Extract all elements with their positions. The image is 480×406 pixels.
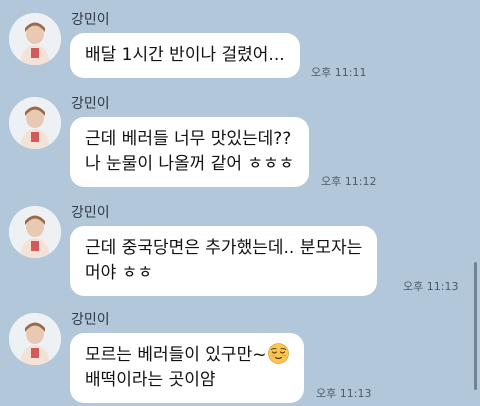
message-bubble[interactable]: 근데 베러들 너무 맛있는데?? 나 눈물이 나올꺼 같어 ㅎㅎㅎ	[70, 117, 310, 187]
message-timestamp: 오후 11:13	[316, 387, 372, 400]
chat-message-list[interactable]: 강민이 배달 1시간 반이나 걸렸어... 오후 11:11 강민이 근데 베러…	[0, 0, 480, 406]
sender-name: 강민이	[71, 96, 110, 112]
message-text-row: 모르는 베러들이 있구만~	[85, 343, 290, 368]
message-text-line: 근데 중국당면은 추가했는데.. 분모자는	[85, 238, 363, 258]
sender-name: 강민이	[71, 312, 110, 328]
sender-name: 강민이	[71, 12, 110, 28]
profile-avatar[interactable]	[9, 13, 61, 65]
profile-avatar[interactable]	[9, 97, 61, 149]
message-bubble[interactable]: 근데 중국당면은 추가했는데.. 분모자는 머야 ㅎㅎ	[70, 226, 378, 296]
message-text-line: 배달 1시간 반이나 걸렸어...	[85, 45, 285, 65]
chat-scrollbar[interactable]	[474, 262, 477, 390]
message-timestamp: 오후 11:12	[321, 175, 377, 188]
relieved-face-icon	[268, 343, 290, 364]
message-text-line: 근데 베러들 너무 맛있는데??	[85, 129, 292, 149]
message-timestamp: 오후 11:11	[311, 66, 367, 79]
message-bubble[interactable]: 모르는 베러들이 있구만~ 배떡이라는 곳이얌	[70, 333, 305, 403]
message-text-line: 나 눈물이 나올꺼 같어 ㅎㅎㅎ	[85, 154, 295, 174]
message-bubble[interactable]: 배달 1시간 반이나 걸렸어...	[70, 33, 300, 78]
profile-avatar[interactable]	[9, 313, 61, 365]
profile-avatar[interactable]	[9, 206, 61, 258]
sender-name: 강민이	[71, 205, 110, 221]
message-timestamp: 오후 11:13	[403, 280, 459, 293]
message-text-line: 배떡이라는 곳이얌	[85, 370, 216, 390]
message-text-line: 모르는 베러들이 있구만~	[85, 345, 267, 365]
message-text-line: 머야 ㅎㅎ	[85, 263, 153, 283]
